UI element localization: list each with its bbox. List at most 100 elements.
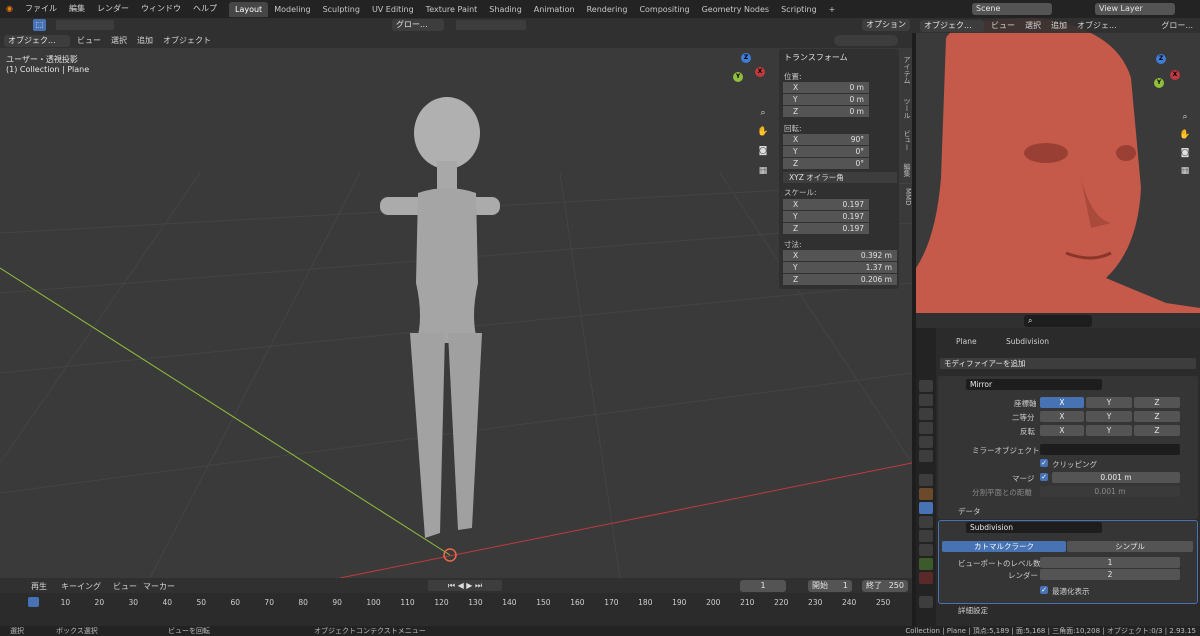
properties-search-input[interactable]: ⌕ xyxy=(1024,315,1092,327)
tab-scene-icon[interactable] xyxy=(919,436,933,448)
menu-edit[interactable]: 編集 xyxy=(63,0,91,18)
preview-menu-view[interactable]: ビュー xyxy=(988,20,1018,31)
viewport-preview[interactable]: オブジェク... ビュー 選択 追加 オブジェ... グロー... Z X Y … xyxy=(916,18,1200,313)
tab-shading[interactable]: Shading xyxy=(483,2,528,17)
tab-physics-icon[interactable] xyxy=(919,530,933,542)
subdivision-name-input[interactable]: Subdivision xyxy=(966,522,1102,533)
tab-modeling[interactable]: Modeling xyxy=(268,2,316,17)
optimal-display-checkbox[interactable]: ✓ xyxy=(1040,586,1048,594)
viewport-levels-input[interactable]: 1 xyxy=(1040,557,1180,568)
location-z[interactable]: Z0 m xyxy=(783,106,869,117)
rotation-y[interactable]: Y 0° xyxy=(783,146,869,157)
flip-axis-y[interactable]: Y xyxy=(1086,425,1132,436)
preview-menu-object[interactable]: オブジェ... xyxy=(1074,20,1120,31)
camera-icon[interactable]: ◙ xyxy=(756,144,770,158)
dimension-y[interactable]: Y 1.37 m xyxy=(783,262,897,273)
tab-layout[interactable]: Layout xyxy=(228,2,269,17)
mode-dropdown[interactable]: オブジェク... xyxy=(4,34,70,47)
tab-sculpting[interactable]: Sculpting xyxy=(317,2,366,17)
blender-logo-icon[interactable]: ◉ xyxy=(0,0,19,18)
options-dropdown[interactable]: オプション xyxy=(862,19,910,31)
rotation-mode-dropdown[interactable]: XYZ オイラー角 xyxy=(783,172,897,183)
tab-geometry-nodes[interactable]: Geometry Nodes xyxy=(696,2,775,17)
frame-end-input[interactable]: 終了 250 xyxy=(862,580,908,592)
tab-scripting[interactable]: Scripting xyxy=(775,2,823,17)
current-frame-input[interactable]: 1 xyxy=(740,580,786,592)
menu-file[interactable]: ファイル xyxy=(19,0,63,18)
scale-z[interactable]: Z 0.197 xyxy=(783,223,869,234)
tab-data-icon[interactable] xyxy=(919,558,933,570)
gizmo-x-icon[interactable]: X xyxy=(755,67,765,77)
tab-tool-icon[interactable] xyxy=(919,380,933,392)
bisect-distance-input[interactable]: 0.001 m xyxy=(1040,486,1180,497)
frame-start-input[interactable]: 開始 1 xyxy=(808,580,852,592)
preview-gizmo-z-icon[interactable]: Z xyxy=(1156,54,1166,64)
add-workspace-icon[interactable]: + xyxy=(823,2,842,17)
tab-animation[interactable]: Animation xyxy=(528,2,581,17)
mirror-axis-y[interactable]: Y xyxy=(1086,397,1132,408)
preview-menu-select[interactable]: 選択 xyxy=(1022,20,1044,31)
catmull-clark-button[interactable]: カトマルクラーク xyxy=(942,541,1066,552)
playhead[interactable] xyxy=(28,597,39,607)
preview-grid-icon[interactable]: ▦ xyxy=(1178,164,1192,178)
sidebar-tab-item[interactable]: アイテム xyxy=(902,56,912,84)
merge-checkbox[interactable]: ✓ xyxy=(1040,473,1048,481)
preview-pan-icon[interactable]: ✋ xyxy=(1178,128,1192,142)
mirror-name-input[interactable]: Mirror xyxy=(966,379,1102,390)
zoom-icon[interactable]: ⌕ xyxy=(756,106,770,120)
tab-world-icon[interactable] xyxy=(919,450,933,462)
pan-hand-icon[interactable]: ✋ xyxy=(756,125,770,139)
tab-view-layer-icon[interactable] xyxy=(919,422,933,434)
location-x[interactable]: X0 m xyxy=(783,82,869,93)
mirror-object-field[interactable] xyxy=(1040,444,1180,455)
menu-view[interactable]: ビュー xyxy=(74,35,104,46)
timeline-menu-view[interactable]: ビュー xyxy=(110,581,140,592)
timeline-menu-keying[interactable]: キーイング xyxy=(58,581,104,592)
tab-particles-icon[interactable] xyxy=(919,516,933,528)
tab-render-icon[interactable] xyxy=(919,394,933,406)
select-tool-icon[interactable]: ⬚ xyxy=(33,19,46,31)
tab-output-icon[interactable] xyxy=(919,408,933,420)
flip-axis-z[interactable]: Z xyxy=(1134,425,1180,436)
preview-orientation[interactable]: グロー... xyxy=(1158,20,1196,31)
dimension-z[interactable]: Z 0.206 m xyxy=(783,274,897,285)
clipping-checkbox[interactable]: ✓ xyxy=(1040,459,1048,467)
scale-x[interactable]: X 0.197 xyxy=(783,199,869,210)
menu-window[interactable]: ウィンドウ xyxy=(135,0,187,18)
transform-orientation-dropdown[interactable]: グロー... xyxy=(392,19,444,31)
gizmo-y-icon[interactable]: Y xyxy=(733,72,743,82)
tab-rendering[interactable]: Rendering xyxy=(581,2,634,17)
preview-gizmo-y-icon[interactable]: Y xyxy=(1154,78,1164,88)
sidebar-tab-tool[interactable]: ツール xyxy=(902,98,912,119)
perspective-grid-icon[interactable]: ▦ xyxy=(756,164,770,178)
tab-object-icon[interactable] xyxy=(919,488,933,500)
playback-controls[interactable]: ⏮ ◀ ▶ ⏭ xyxy=(428,580,502,591)
tab-constraints-icon[interactable] xyxy=(919,544,933,556)
menu-render[interactable]: レンダー xyxy=(91,0,135,18)
timeline-menu-marker[interactable]: マーカー xyxy=(140,581,178,592)
bisect-axis-x[interactable]: X xyxy=(1040,411,1084,422)
panel-title[interactable]: トランスフォーム xyxy=(784,52,848,63)
scale-y[interactable]: Y 0.197 xyxy=(783,211,869,222)
flip-axis-x[interactable]: X xyxy=(1040,425,1084,436)
mirror-axis-x[interactable]: X xyxy=(1040,397,1084,408)
shading-buttons[interactable] xyxy=(834,35,898,46)
preview-camera-icon[interactable]: ◙ xyxy=(1178,146,1192,160)
menu-help[interactable]: ヘルプ xyxy=(187,0,223,18)
preview-gizmo-x-icon[interactable]: X xyxy=(1170,70,1180,80)
location-y[interactable]: Y0 m xyxy=(783,94,869,105)
menu-object[interactable]: オブジェクト xyxy=(160,35,214,46)
mirror-data-subpanel[interactable]: データ xyxy=(958,506,981,517)
simple-button[interactable]: シンプル xyxy=(1067,541,1193,552)
gizmo-z-icon[interactable]: Z xyxy=(741,53,751,63)
snap-icons[interactable] xyxy=(456,20,526,30)
render-levels-input[interactable]: 2 xyxy=(1040,569,1180,580)
rotation-x[interactable]: X 90° xyxy=(783,134,869,145)
menu-select[interactable]: 選択 xyxy=(108,35,130,46)
merge-distance-input[interactable]: 0.001 m xyxy=(1052,472,1180,483)
tab-uv-editing[interactable]: UV Editing xyxy=(366,2,420,17)
scene-selector[interactable]: Scene xyxy=(972,3,1052,15)
advanced-subpanel[interactable]: 詳細設定 xyxy=(958,605,988,616)
menu-add[interactable]: 追加 xyxy=(134,35,156,46)
timeline-menu-playback[interactable]: 再生 xyxy=(28,581,50,592)
